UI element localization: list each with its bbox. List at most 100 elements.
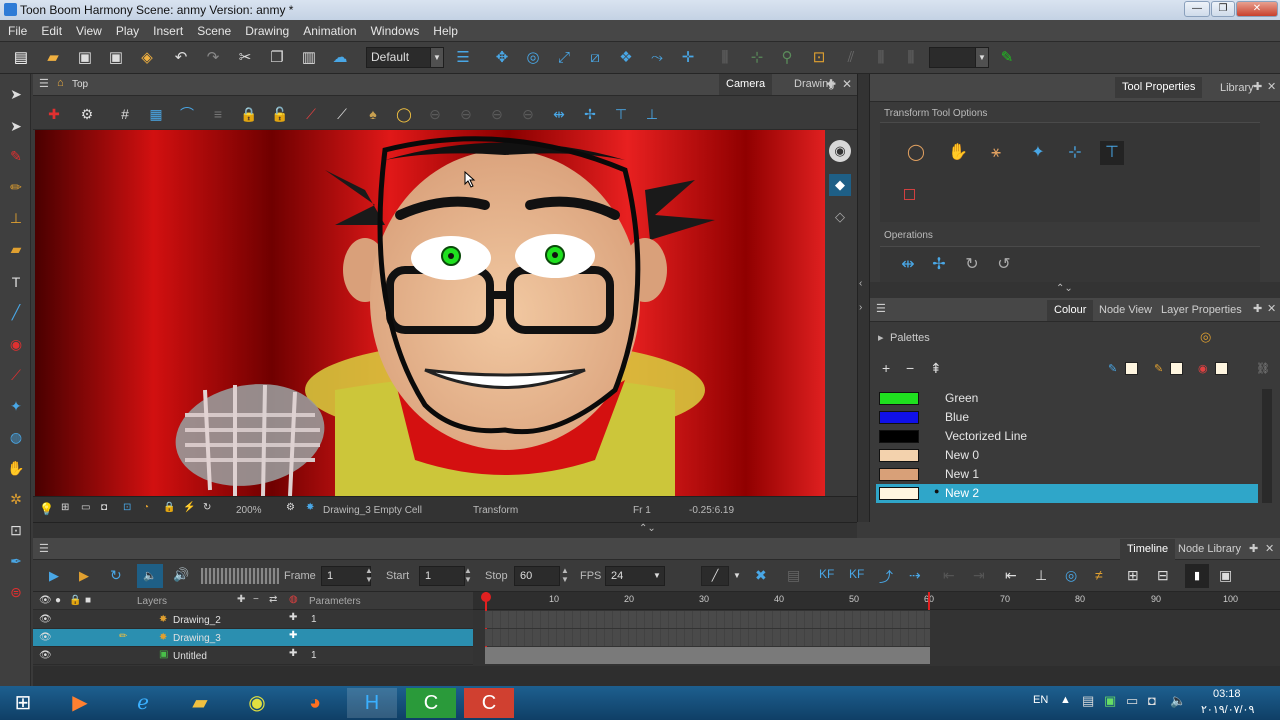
layer-stack-icon[interactable]: ◇ <box>829 206 851 228</box>
stamp-icon[interactable]: ⊥ <box>6 208 26 228</box>
select-by-color-icon[interactable]: ✋ <box>946 141 970 165</box>
add-swatch-icon[interactable]: + <box>882 360 890 376</box>
expand-icon[interactable]: ✚ <box>289 630 297 641</box>
sound-scrub-icon[interactable]: 🔊 <box>173 567 189 583</box>
new-scene-icon[interactable]: ▤ <box>12 49 30 67</box>
merge-icon[interactable]: ⊖ <box>456 104 476 124</box>
loop-icon[interactable]: ↻ <box>110 567 122 584</box>
delete-icon[interactable]: ▤ <box>787 567 800 584</box>
fit-view-icon[interactable]: ▣ <box>1219 567 1232 584</box>
breadcrumb[interactable]: Top <box>72 79 88 90</box>
track-untitled[interactable] <box>485 647 930 664</box>
safe-frame-icon[interactable]: ⊡ <box>123 502 131 513</box>
chrome-icon[interactable]: ◉ <box>232 688 282 718</box>
eye-icon[interactable]: ◉ <box>829 140 851 162</box>
pivot-icon[interactable]: ✲ <box>6 489 26 509</box>
save-as-icon[interactable]: ▣ <box>107 49 125 67</box>
clock-time[interactable]: 03:18 <box>1213 688 1241 700</box>
cutter-icon[interactable]: ◍ <box>6 427 26 447</box>
play-selection-icon[interactable]: ▶ <box>79 568 89 584</box>
envelope-icon[interactable]: ⊡ <box>810 49 828 67</box>
redo-icon[interactable]: ↷ <box>204 49 222 67</box>
swatch-green[interactable]: Green <box>876 389 1258 408</box>
tab-layer-properties[interactable]: Layer Properties <box>1154 300 1249 321</box>
motion-keyframe-icon[interactable]: ⤴ <box>879 567 893 587</box>
bounding-box-icon[interactable] <box>904 189 915 200</box>
menu-play[interactable]: Play <box>108 20 145 38</box>
swatch-scrollbar[interactable] <box>1262 389 1272 503</box>
hamburger-menu-icon[interactable]: ☰ <box>39 77 49 90</box>
stepper-icon[interactable]: ▲ ▼ <box>464 566 472 584</box>
panel-divider[interactable]: ⌃⌄ <box>33 522 857 538</box>
expand-icon[interactable]: ✚ <box>289 612 297 623</box>
show-strokes-icon[interactable]: ⌒ <box>177 104 197 124</box>
chevron-up-icon[interactable]: ▲ <box>1060 694 1071 706</box>
swatch-vectorized-line[interactable]: Vectorized Line <box>876 427 1258 446</box>
line-colour-swatch[interactable] <box>1125 362 1138 375</box>
eye-icon[interactable]: 👁 <box>39 632 52 643</box>
camera-canvas[interactable] <box>35 130 825 496</box>
tray-monitor-icon[interactable]: ▭ <box>1126 693 1138 709</box>
menu-animation[interactable]: Animation <box>295 20 362 38</box>
flip-horizontal-icon[interactable]: ⇹ <box>896 253 920 277</box>
expand-icon[interactable]: ✚ <box>289 648 297 659</box>
chevron-down-icon[interactable]: ▼ <box>653 571 661 580</box>
easy-flipping-icon[interactable]: ≠ <box>1095 567 1103 583</box>
tab-node-library[interactable]: Node Library <box>1171 539 1248 560</box>
swatch-new-1[interactable]: New 1 <box>876 465 1258 484</box>
menu-scene[interactable]: Scene <box>189 20 237 38</box>
prev-keyframe-icon[interactable]: ⇤ <box>943 567 955 584</box>
cloud-icon[interactable]: ☁ <box>331 49 349 67</box>
crop-icon[interactable]: ⊡ <box>6 520 26 540</box>
save-icon[interactable]: ▣ <box>76 49 94 67</box>
close-icon[interactable]: ✕ <box>1265 542 1274 555</box>
pan-icon[interactable]: ✥ <box>493 49 511 67</box>
morph-pen-icon[interactable]: ✒ <box>6 551 26 571</box>
rotate-cw-icon[interactable]: ↻ <box>960 253 984 277</box>
gear-icon[interactable]: ⚙ <box>77 104 97 124</box>
line-colour-icon[interactable]: ✎ <box>1108 362 1117 375</box>
shift-trace-icon[interactable]: ⊜ <box>6 582 26 602</box>
playback-speed-slider[interactable] <box>201 568 279 584</box>
playhead-handle[interactable] <box>481 592 491 602</box>
add-view-icon[interactable]: ✚ <box>1249 542 1258 555</box>
gear-icon[interactable]: ⚙ <box>286 502 295 513</box>
menu-help[interactable]: Help <box>425 20 464 38</box>
contour-select-icon[interactable]: ➤ <box>6 116 26 136</box>
eye-icon[interactable]: 👁 <box>39 650 52 661</box>
flip-vertical-icon[interactable]: ✢ <box>927 253 951 277</box>
cut-icon[interactable]: ✂ <box>236 49 254 67</box>
chevron-right-icon[interactable]: ▸ <box>878 331 884 344</box>
light-bulb-icon[interactable]: ◯ <box>394 104 414 124</box>
flatten-icon[interactable]: ⊖ <box>425 104 445 124</box>
play-icon[interactable]: ▶ <box>49 568 59 584</box>
timeline-scrollbar[interactable] <box>473 666 1280 686</box>
harmony-icon[interactable]: H <box>347 688 397 718</box>
first-frame-icon[interactable]: ⇤ <box>1005 567 1017 584</box>
layer-name[interactable]: Untitled <box>173 651 207 662</box>
solo-icon[interactable]: ● <box>55 595 61 606</box>
last-frame-icon[interactable]: ⊥ <box>1035 567 1047 584</box>
dropper-icon[interactable]: ⟋ <box>6 365 26 385</box>
green-pen-icon[interactable]: ✎ <box>998 49 1016 67</box>
start-field[interactable]: 1 <box>419 566 465 586</box>
workspace-select[interactable]: Default ▼ <box>366 47 444 68</box>
eye-icon[interactable]: 👁 <box>39 614 52 625</box>
unlock-icon[interactable]: 🔓 <box>270 104 290 124</box>
close-icon[interactable]: ✕ <box>1267 80 1276 93</box>
add-view-icon[interactable]: ✚ <box>1253 80 1262 93</box>
volume-icon[interactable]: 🔈 <box>1170 693 1186 709</box>
ik-icon[interactable]: ⊹ <box>748 49 766 67</box>
collapse-icon[interactable]: ⌃⌄ <box>639 523 656 534</box>
close-button[interactable]: ✕ <box>1236 1 1278 17</box>
menu-view[interactable]: View <box>68 20 108 38</box>
frame-icon[interactable]: ▭ <box>81 502 90 513</box>
chevron-left-icon[interactable]: ‹ <box>859 278 862 289</box>
menu-edit[interactable]: Edit <box>33 20 68 38</box>
paint-colour-icon[interactable]: ◉ <box>1198 362 1208 375</box>
show-handles-icon[interactable]: ⊤ <box>1100 141 1124 165</box>
paste-icon[interactable]: ▥ <box>300 49 318 67</box>
rotate-ccw-icon[interactable]: ↺ <box>992 253 1016 277</box>
center-icon[interactable]: ⊥ <box>642 104 662 124</box>
reset-view-icon[interactable]: ↻ <box>203 502 211 513</box>
